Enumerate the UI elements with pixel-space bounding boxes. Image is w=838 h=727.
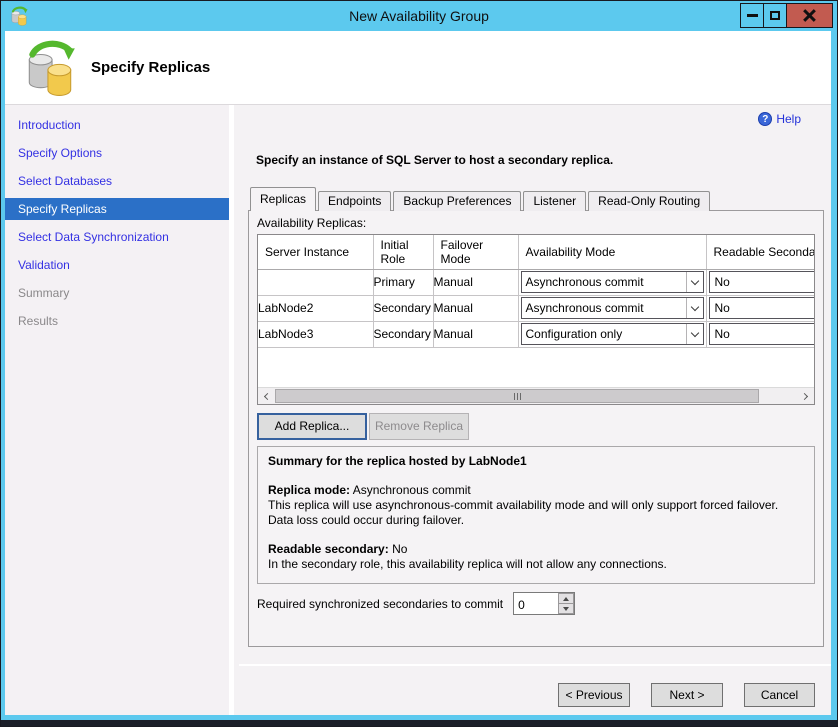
help-link[interactable]: ? Help <box>758 112 801 126</box>
sidebar-item-specify-options[interactable]: Specify Options <box>5 139 229 167</box>
column-server-instance: Server Instance <box>258 235 373 269</box>
grid-header-row: Server Instance Initial Role Failover Mo… <box>258 235 815 269</box>
chevron-left-icon <box>264 392 271 399</box>
scrollbar-thumb[interactable] <box>275 389 759 403</box>
required-secondaries-input[interactable] <box>514 593 558 614</box>
availability-mode-select[interactable]: Asynchronous commit <box>521 271 704 293</box>
sidebar-item-select-databases[interactable]: Select Databases <box>5 167 229 195</box>
window-title: New Availability Group <box>1 1 837 31</box>
horizontal-scrollbar[interactable] <box>258 387 814 404</box>
replica-summary-panel: Summary for the replica hosted by LabNod… <box>257 446 815 584</box>
sidebar-item-introduction[interactable]: Introduction <box>5 111 229 139</box>
sidebar-item-summary: Summary <box>5 279 229 307</box>
chevron-down-icon[interactable] <box>686 324 703 344</box>
sidebar-item-specify-replicas[interactable]: Specify Replicas <box>5 198 229 220</box>
replicas-tab-page: Availability Replicas: Server Instance I… <box>248 210 824 647</box>
readable-secondary-description: In the secondary role, this availability… <box>268 557 804 572</box>
minimize-icon <box>747 14 758 17</box>
sidebar-item-select-data-synchronization[interactable]: Select Data Synchronization <box>5 223 229 251</box>
summary-title: Summary for the replica hosted by LabNod… <box>268 454 804 469</box>
window-bottom-edge <box>1 720 837 726</box>
readable-secondary-value: No <box>715 327 730 341</box>
previous-button[interactable]: < Previous <box>558 683 630 707</box>
triangle-up-icon <box>563 597 569 601</box>
commit-setting-row: Required synchronized secondaries to com… <box>257 592 575 615</box>
sidebar-item-validation[interactable]: Validation <box>5 251 229 279</box>
spin-down-button[interactable] <box>558 603 574 614</box>
main-content: ? Help Specify an instance of SQL Server… <box>239 105 831 715</box>
table-row: LabNode2 Secondary Manual Asynchronous c… <box>258 295 815 321</box>
title-bar: New Availability Group <box>1 1 837 31</box>
cell-initial-role: Secondary <box>373 321 433 347</box>
column-availability-mode: Availability Mode <box>518 235 706 269</box>
sidebar-item-results: Results <box>5 307 229 335</box>
cell-server-instance[interactable]: LabNode1 <box>258 269 373 295</box>
cancel-button[interactable]: Cancel <box>744 683 815 707</box>
readable-secondary-select[interactable]: No <box>709 323 816 345</box>
cell-server-instance[interactable]: LabNode3 <box>258 321 373 347</box>
help-label: Help <box>776 112 801 126</box>
footer-divider <box>239 664 831 666</box>
cell-failover-mode: Manual <box>433 321 518 347</box>
tab-replicas[interactable]: Replicas <box>250 187 316 211</box>
availability-replicas-label: Availability Replicas: <box>257 216 366 230</box>
availability-mode-value: Asynchronous commit <box>522 301 686 315</box>
scroll-left-button[interactable] <box>258 388 275 404</box>
cell-failover-mode: Manual <box>433 295 518 321</box>
replica-mode-label: Replica mode: <box>268 483 350 497</box>
availability-mode-select[interactable]: Configuration only <box>521 323 704 345</box>
maximize-icon <box>770 11 780 20</box>
table-row: LabNode1 Primary Manual Asynchronous com… <box>258 269 815 295</box>
commit-label: Required synchronized secondaries to com… <box>257 597 503 611</box>
chevron-right-icon <box>801 392 808 399</box>
readable-secondary-label: Readable secondary: <box>268 542 389 556</box>
replica-mode-description: This replica will use asynchronous-commi… <box>268 498 804 528</box>
cell-initial-role: Primary <box>373 269 433 295</box>
instruction-text: Specify an instance of SQL Server to hos… <box>256 153 613 167</box>
availability-mode-select[interactable]: Asynchronous commit <box>521 297 704 319</box>
tab-endpoints[interactable]: Endpoints <box>318 191 391 211</box>
close-button[interactable] <box>786 3 833 28</box>
wizard-steps-sidebar: Introduction Specify Options Select Data… <box>5 105 234 715</box>
help-icon: ? <box>758 112 772 126</box>
readable-secondary-value: No <box>715 275 730 289</box>
close-icon <box>803 9 816 22</box>
availability-mode-value: Configuration only <box>522 327 686 341</box>
replicas-grid: Server Instance Initial Role Failover Mo… <box>257 234 815 405</box>
wizard-header: Specify Replicas <box>5 31 831 105</box>
tab-backup-preferences[interactable]: Backup Preferences <box>393 191 521 211</box>
cell-initial-role: Secondary <box>373 295 433 321</box>
add-replica-button[interactable]: Add Replica... <box>257 413 367 440</box>
tab-listener[interactable]: Listener <box>523 191 586 211</box>
tab-strip: Replicas Endpoints Backup Preferences Li… <box>250 187 712 211</box>
column-initial-role: Initial Role <box>373 235 433 269</box>
chevron-down-icon[interactable] <box>686 298 703 318</box>
required-secondaries-spinner <box>513 592 575 615</box>
column-readable-secondary: Readable Secondary <box>706 235 815 269</box>
minimize-button[interactable] <box>740 3 764 28</box>
triangle-down-icon <box>563 607 569 611</box>
table-row: LabNode3 Secondary Manual Configuration … <box>258 321 815 347</box>
readable-secondary-select[interactable]: No <box>709 271 816 293</box>
tab-read-only-routing[interactable]: Read-Only Routing <box>588 191 710 211</box>
readable-secondary-value: No <box>392 542 407 556</box>
maximize-button[interactable] <box>763 3 787 28</box>
dialog-window: New Availability Group Specify Replicas … <box>0 0 838 727</box>
replica-mode-value: Asynchronous commit <box>353 483 471 497</box>
dialog-body: Specify Replicas Introduction Specify Op… <box>5 31 831 715</box>
cell-failover-mode: Manual <box>433 269 518 295</box>
next-button[interactable]: Next > <box>651 683 723 707</box>
cell-server-instance[interactable]: LabNode2 <box>258 295 373 321</box>
chevron-down-icon[interactable] <box>686 272 703 292</box>
availability-mode-value: Asynchronous commit <box>522 275 686 289</box>
page-title: Specify Replicas <box>91 59 210 76</box>
readable-secondary-select[interactable]: No <box>709 297 816 319</box>
availability-group-icon <box>23 39 77 97</box>
column-failover-mode: Failover Mode <box>433 235 518 269</box>
readable-secondary-value: No <box>715 301 730 315</box>
remove-replica-button: Remove Replica <box>369 413 469 440</box>
scroll-right-button[interactable] <box>797 388 814 404</box>
